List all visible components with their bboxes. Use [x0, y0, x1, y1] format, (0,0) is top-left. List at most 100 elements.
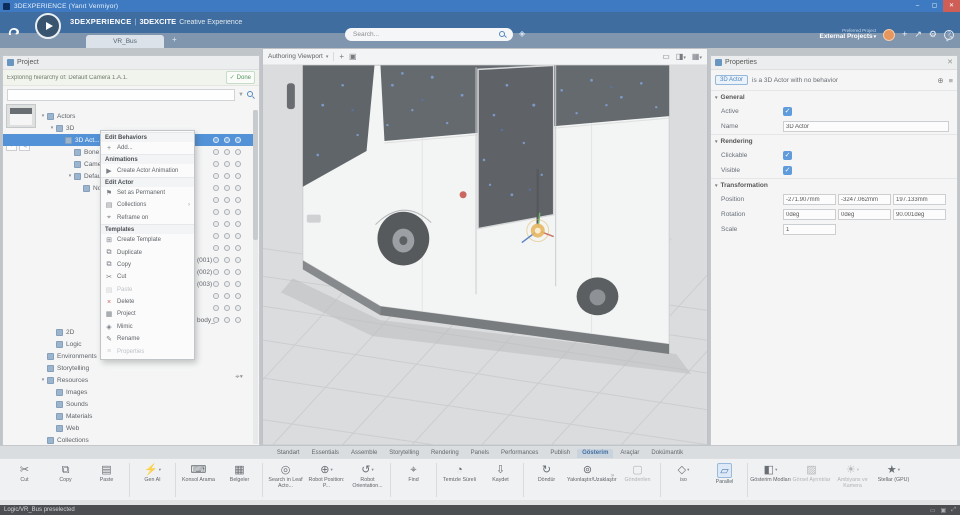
context-menu-item[interactable]: ▶ Create Actor Animation: [101, 164, 194, 176]
add-content-icon[interactable]: +: [902, 30, 907, 39]
row-action-edit-icon[interactable]: [235, 245, 241, 251]
add-tab-button[interactable]: +: [172, 36, 177, 44]
filter-input[interactable]: [7, 89, 236, 101]
ribbon-tab[interactable]: Publish: [545, 449, 575, 458]
row-action-edit-icon[interactable]: [235, 197, 241, 203]
row-action-dot-icon[interactable]: [213, 149, 219, 155]
row-action-eye-icon[interactable]: [224, 317, 230, 323]
tree-row[interactable]: Sounds: [3, 398, 253, 410]
grid-display-icon[interactable]: ▦▾: [692, 52, 702, 61]
ribbon-tab[interactable]: Panels: [466, 449, 494, 458]
context-menu-item[interactable]: ⧉ Duplicate: [101, 246, 194, 258]
add-viewport-icon[interactable]: +: [339, 52, 344, 61]
avatar[interactable]: [883, 28, 896, 41]
section-transformation[interactable]: ▾ Transformation: [711, 178, 957, 192]
row-action-edit-icon[interactable]: [235, 137, 241, 143]
row-action-dot-icon[interactable]: [213, 137, 219, 143]
row-action-edit-icon[interactable]: [235, 209, 241, 215]
ribbon-tab[interactable]: Assemble: [346, 449, 382, 458]
add-behavior-icon[interactable]: ⊕: [937, 76, 943, 85]
row-action-edit-icon[interactable]: [235, 293, 241, 299]
row-action-dot-icon[interactable]: [213, 245, 219, 251]
row-action-eye-icon[interactable]: [224, 269, 230, 275]
layout-icon[interactable]: ▭: [930, 507, 936, 514]
ribbon-tab[interactable]: Rendering: [426, 449, 464, 458]
row-action-edit-icon[interactable]: [235, 161, 241, 167]
context-menu-item[interactable]: ▤ Collections ›: [101, 199, 194, 211]
row-action-dot-icon[interactable]: [213, 173, 219, 179]
rotation-z-input[interactable]: [893, 209, 946, 220]
viewport-selector[interactable]: Authoring Viewport ▾: [268, 53, 328, 60]
row-action-edit-icon[interactable]: [235, 317, 241, 323]
fullscreen-icon[interactable]: ⤢: [951, 507, 956, 514]
toolbar-button[interactable]: ⊚ Yakınlaştır/Uzaklaştır: [567, 461, 617, 484]
toolbar-button[interactable]: ⌖ Find: [393, 461, 434, 484]
row-action-dot-icon[interactable]: [213, 221, 219, 227]
toolbar-button[interactable]: ↺ ▾ Robot Orientation...: [347, 461, 388, 490]
toolbar-overflow-icon[interactable]: »: [608, 461, 617, 479]
row-action-dot-icon[interactable]: [213, 161, 219, 167]
toolbar-button[interactable]: ⇩ Kaydet: [480, 461, 521, 484]
tree-row[interactable]: Web: [3, 422, 253, 434]
render-display-icon[interactable]: ◨▾: [676, 52, 686, 61]
toolbar-button[interactable]: ◔ Temizle Süreli: [439, 461, 480, 484]
section-general[interactable]: ▾ General: [711, 90, 957, 104]
row-action-dot-icon[interactable]: [213, 293, 219, 299]
row-action-dot-icon[interactable]: [213, 197, 219, 203]
rotation-y-input[interactable]: [838, 209, 891, 220]
expander-icon[interactable]: ▾: [48, 125, 56, 131]
row-action-edit-icon[interactable]: [235, 269, 241, 275]
maximize-button[interactable]: ▢: [926, 0, 943, 12]
close-panel-icon[interactable]: ✕: [947, 59, 953, 66]
context-menu-item[interactable]: ✎ Rename: [101, 333, 194, 345]
tree-row[interactable]: Materials: [3, 410, 253, 422]
row-action-eye-icon[interactable]: [224, 281, 230, 287]
scale-input[interactable]: [783, 224, 836, 235]
row-action-eye-icon[interactable]: [224, 197, 230, 203]
row-action-edit-icon[interactable]: [235, 281, 241, 287]
row-action-eye-icon[interactable]: [224, 137, 230, 143]
row-action-dot-icon[interactable]: [213, 257, 219, 263]
tree-row[interactable]: Images: [3, 386, 253, 398]
tree-scrollbar-thumb[interactable]: [253, 110, 258, 240]
screen-icon[interactable]: ▭: [662, 52, 670, 61]
3d-canvas[interactable]: [263, 65, 707, 445]
ribbon-tab[interactable]: Essentials: [307, 449, 344, 458]
toolbar-button[interactable]: ⊕ ▾ Robot Position: P...: [306, 461, 347, 490]
toolbar-button[interactable]: ⚡ ▾ Gen AI: [132, 461, 173, 484]
ribbon-tab[interactable]: Dokümantik: [646, 449, 688, 458]
clickable-checkbox[interactable]: ✓: [783, 151, 792, 160]
row-action-eye-icon[interactable]: [224, 293, 230, 299]
row-action-dot-icon[interactable]: [213, 185, 219, 191]
active-checkbox[interactable]: ✓: [783, 107, 792, 116]
context-menu-item[interactable]: ⊞ Create Template: [101, 234, 194, 246]
toolbar-button[interactable]: ★ ▾ Stellar (GPU): [873, 461, 914, 484]
context-menu-item[interactable]: ◈ Mimic: [101, 321, 194, 333]
row-action-eye-icon[interactable]: [224, 209, 230, 215]
row-action-dot-icon[interactable]: [213, 209, 219, 215]
settings-gear-icon[interactable]: ⚙: [929, 30, 937, 39]
context-menu-item[interactable]: ⌖ Reframe on: [101, 212, 194, 224]
context-menu-item[interactable]: ✂ Cut: [101, 271, 194, 283]
row-action-dot-icon[interactable]: [213, 281, 219, 287]
row-action-edit-icon[interactable]: [235, 221, 241, 227]
row-action-dot-icon[interactable]: [213, 317, 219, 323]
toolbar-button[interactable]: ▱ Parallel: [704, 461, 745, 485]
row-action-edit-icon[interactable]: [235, 149, 241, 155]
filter-search-icon[interactable]: [247, 91, 255, 99]
tree-row[interactable]: Storytelling: [3, 362, 253, 374]
ribbon-tab[interactable]: Araçlar: [615, 449, 644, 458]
context-menu-item[interactable]: ⚑ Set as Permanent: [101, 187, 194, 199]
context-menu-item[interactable]: × Delete: [101, 296, 194, 308]
search-icon[interactable]: [499, 30, 507, 39]
help-icon[interactable]: ?: [944, 29, 954, 40]
context-menu-item[interactable]: ▦ Project: [101, 308, 194, 320]
filter-funnel-icon[interactable]: ▼: [238, 92, 244, 98]
expander-icon[interactable]: ▾: [39, 113, 47, 119]
toolbar-button[interactable]: ▦ Belgeler: [219, 461, 260, 484]
camera-icon[interactable]: ▣: [349, 52, 357, 61]
row-action-eye-icon[interactable]: [224, 173, 230, 179]
row-action-eye-icon[interactable]: [224, 161, 230, 167]
project-selector[interactable]: Preferred Project External Projects▾: [819, 28, 876, 41]
row-action-eye-icon[interactable]: [224, 221, 230, 227]
